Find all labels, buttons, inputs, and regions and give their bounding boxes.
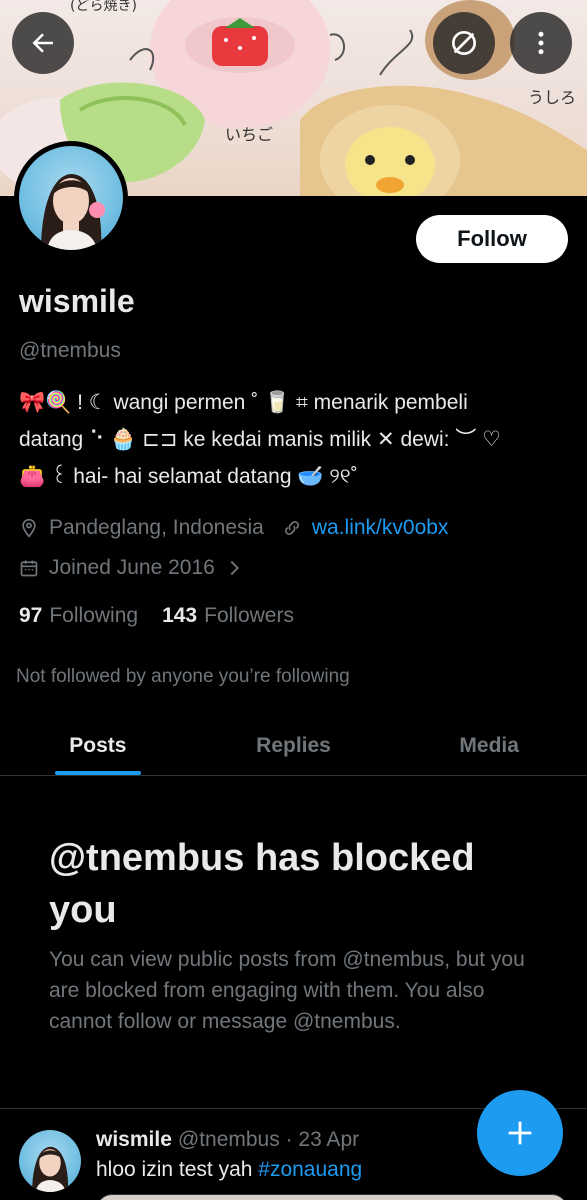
not-followed-note: Not followed by anyone you’re following [16,666,350,687]
following-label: Following [49,604,139,627]
post-header: wismile @tnembus · 23 Apr [96,1128,359,1152]
post-author-name[interactable]: wismile [96,1128,172,1152]
profile-tabs: Posts Replies Media [0,716,587,776]
post-avatar[interactable] [19,1130,81,1192]
post-meta: @tnembus · 23 Apr [177,1128,360,1151]
more-vertical-icon [538,31,544,55]
profile-joined-row[interactable]: Joined June 2016 [19,556,255,580]
svg-text:いちご: いちご [225,125,273,144]
profile-meta-location-link: Pandeglang, Indonesia wa.link/kv0obx [19,516,448,540]
notifications-button[interactable] [433,12,495,74]
follow-button[interactable]: Follow [416,215,568,263]
plus-icon [508,1121,532,1145]
post-body: hloo izin test yah [96,1158,259,1181]
profile-name: wismile [19,283,135,319]
svg-text:うしろ: うしろ [528,88,576,107]
more-options-button[interactable] [510,12,572,74]
profile-location: Pandeglang, Indonesia [49,516,264,539]
following-stat[interactable]: 97 Following [19,604,138,628]
followers-stat[interactable]: 143 Followers [162,604,294,628]
post-media[interactable] [96,1194,568,1200]
bio-line: datang ⠑ 🧁 ⊏⊐ ke kedai manis milik ✕ dew… [19,428,501,451]
svg-text:(どら焼き): (どら焼き) [70,0,137,14]
bio-line: 🎀🍭 ! ☾ wangi permen ˚ 🥛 ⌗ menarik pembel… [19,391,468,414]
active-tab-indicator [55,771,141,775]
location-pin-icon [22,518,36,538]
profile-joined: Joined June 2016 [49,556,215,579]
profile-avatar[interactable] [14,141,128,255]
followers-count: 143 [162,604,198,627]
tab-media[interactable]: Media [391,716,587,775]
tab-label: Media [459,733,519,757]
back-button[interactable] [12,12,74,74]
post-hashtag[interactable]: #zonauang [258,1158,362,1181]
profile-handle: @tnembus [19,339,121,362]
profile-bio: 🎀🍭 ! ☾ wangi permen ˚ 🥛 ⌗ menarik pembel… [19,384,569,495]
blocked-title: @tnembus has blocked you [49,837,475,931]
link-icon [284,521,299,535]
tab-label: Posts [69,733,127,757]
post-text: hloo izin test yah #zonauang [96,1158,362,1182]
blocked-message: You can view public posts from @tnembus,… [49,948,525,1033]
tab-replies[interactable]: Replies [196,716,392,775]
bio-line: 👛 ꒰ hai- hai selamat datang 🥣 ୨୧˚ [19,465,358,488]
profile-link[interactable]: wa.link/kv0obx [312,516,449,540]
avatar-image [32,1146,69,1192]
tab-posts[interactable]: Posts [0,716,196,775]
calendar-icon [20,560,38,577]
tab-label: Replies [256,733,331,757]
followers-label: Followers [204,604,294,627]
bell-slash-icon [452,31,476,55]
arrow-left-icon [32,33,53,53]
chevron-right-icon [230,560,239,576]
profile-stats: 97 Following 143 Followers [19,604,294,628]
compose-post-button[interactable] [477,1090,563,1176]
following-count: 97 [19,604,43,627]
avatar-image [19,146,123,250]
